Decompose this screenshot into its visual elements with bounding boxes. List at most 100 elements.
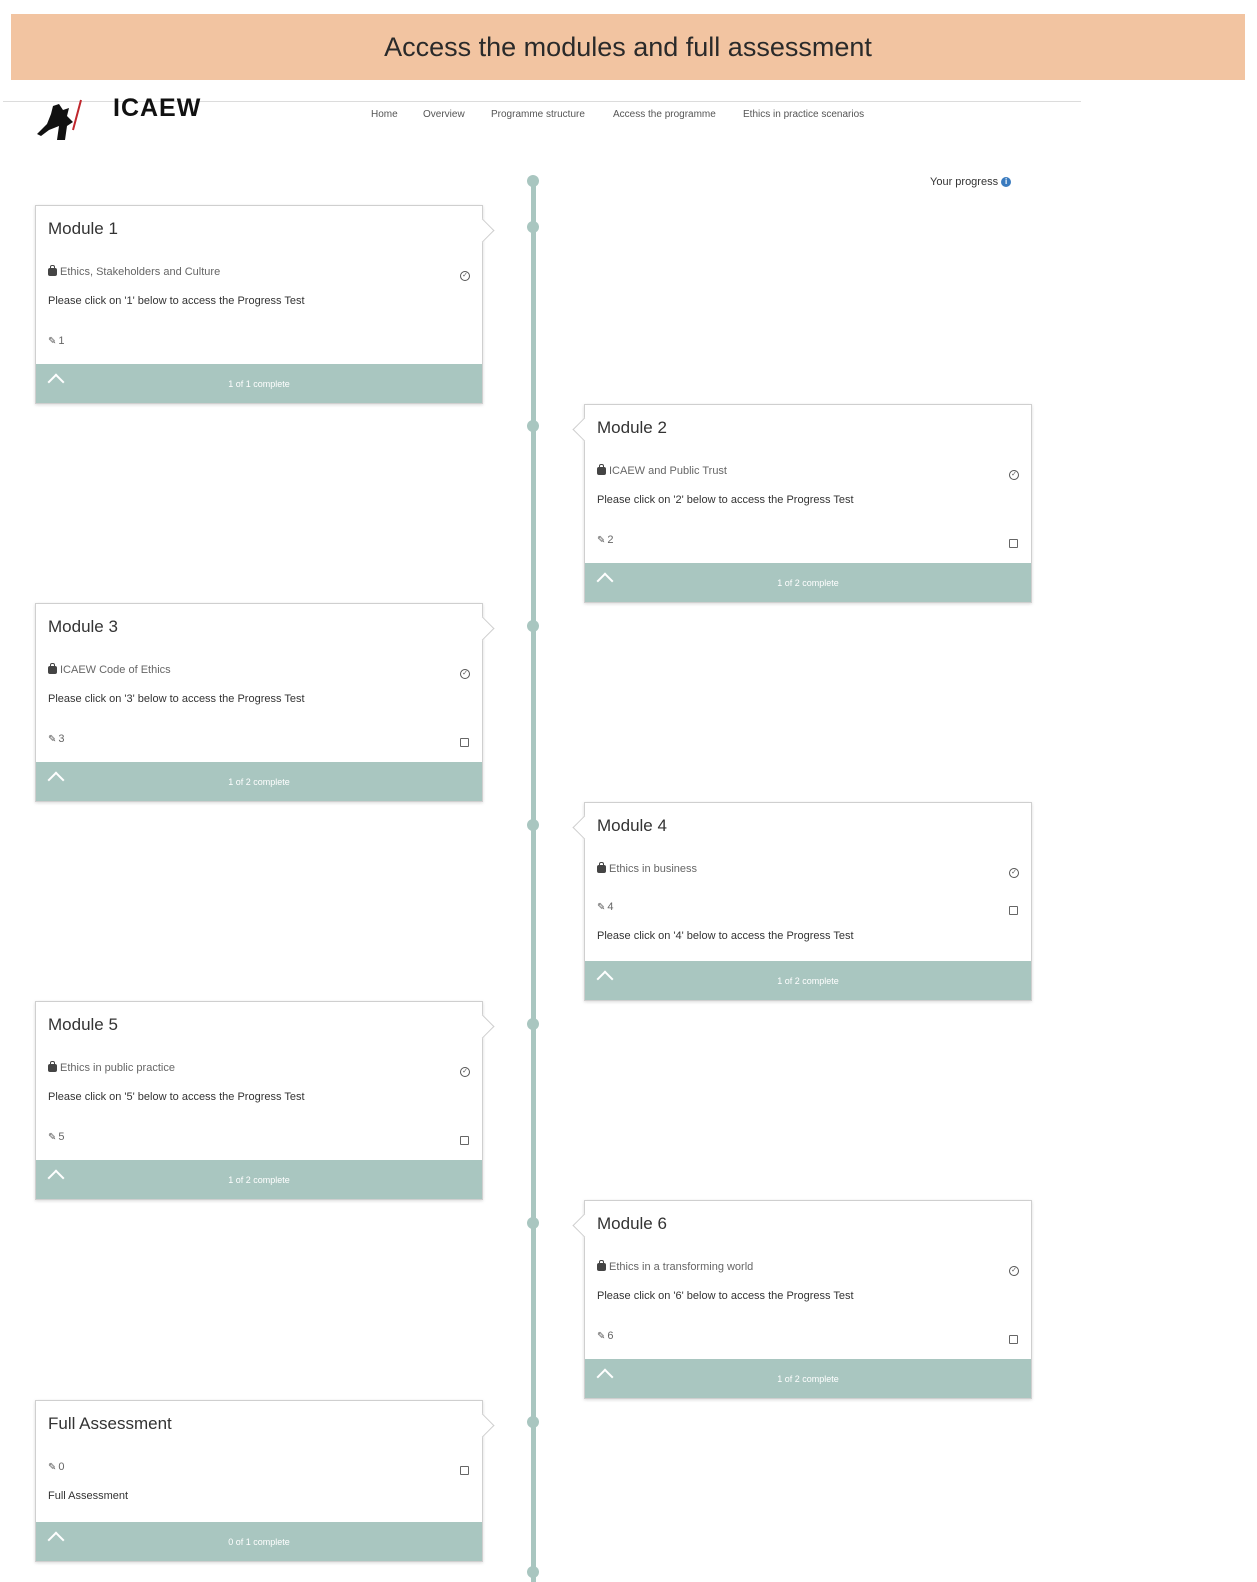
module-title: Module 5	[48, 1015, 118, 1034]
module-subtitle-text: ICAEW and Public Trust	[609, 465, 727, 477]
checkbox-icon[interactable]	[1009, 539, 1018, 548]
icaew-logo[interactable]: ICAEW	[33, 94, 213, 146]
quiz-icon: ✎	[48, 1132, 57, 1143]
card-pointer	[572, 1213, 597, 1238]
module-card: Module 6 Ethics in a transforming world …	[572, 1200, 1032, 1399]
chevron-up-icon[interactable]	[47, 1169, 65, 1187]
briefcase-icon	[48, 1061, 57, 1072]
nav-access-programme[interactable]: Access the programme	[613, 109, 716, 120]
completion-status: 0 of 1 complete	[228, 1536, 290, 1547]
module-subtitle[interactable]: Ethics in public practice	[48, 1061, 175, 1074]
progress-test-link[interactable]: ✎ 1	[48, 335, 65, 347]
quiz-icon: ✎	[597, 902, 606, 913]
module-card: Module 2 ICAEW and Public Trust ✓ Please…	[572, 404, 1032, 603]
chevron-up-icon[interactable]	[47, 771, 65, 789]
check-circle-icon: ✓	[1009, 868, 1019, 878]
timeline-dot	[527, 420, 539, 432]
assessment-link[interactable]: ✎ 0	[48, 1461, 65, 1473]
module-subtitle-text: ICAEW Code of Ethics	[60, 664, 171, 676]
progress-test-number: 6	[607, 1330, 614, 1342]
timeline-dot	[527, 1416, 539, 1428]
card-pointer	[470, 1413, 495, 1438]
timeline-line	[531, 180, 536, 1582]
module-subtitle[interactable]: Ethics in a transforming world	[597, 1260, 754, 1273]
chevron-up-icon[interactable]	[596, 970, 614, 988]
full-assessment-card: Full Assessment ✎ 0 Full Assessment 0 of …	[35, 1400, 495, 1562]
progress-test-link[interactable]: ✎ 5	[48, 1131, 65, 1143]
card-footer: 1 of 2 complete	[585, 1359, 1031, 1398]
progress-label-text: Your progress	[930, 176, 999, 188]
progress-test-number: 4	[607, 901, 614, 913]
card-pointer	[470, 616, 495, 641]
check-circle-icon: ✓	[460, 669, 470, 679]
briefcase-icon	[597, 1260, 606, 1271]
logo-text: ICAEW	[113, 94, 202, 122]
module-card: Module 5 Ethics in public practice ✓ Ple…	[35, 1001, 495, 1200]
module-subtitle-text: Ethics in a transforming world	[609, 1261, 754, 1273]
briefcase-icon	[597, 862, 606, 873]
your-progress: Your progress i	[930, 176, 1012, 188]
timeline-dot	[527, 620, 539, 632]
chevron-up-icon[interactable]	[47, 1531, 65, 1549]
check-circle-icon: ✓	[1009, 1266, 1019, 1276]
info-icon[interactable]: i	[1001, 177, 1012, 188]
module-title: Module 3	[48, 617, 118, 636]
check-circle-icon: ✓	[460, 271, 470, 281]
chevron-up-icon[interactable]	[596, 572, 614, 590]
card-footer: 1 of 2 complete	[36, 762, 482, 801]
card-pointer	[572, 417, 597, 442]
card-footer: 0 of 1 complete	[36, 1522, 482, 1561]
chevron-up-icon[interactable]	[47, 373, 65, 391]
card-footer: 1 of 2 complete	[585, 563, 1031, 602]
module-instruction: Please click on '6' below to access the …	[597, 1290, 854, 1302]
nav-programme-structure[interactable]: Programme structure	[491, 109, 585, 120]
module-subtitle[interactable]: Ethics in business	[597, 862, 697, 875]
full-assessment-title: Full Assessment	[48, 1414, 172, 1433]
briefcase-icon	[597, 464, 606, 475]
card-footer: 1 of 2 complete	[585, 961, 1031, 1000]
module-card: Module 1 Ethics, Stakeholders and Cultur…	[35, 205, 495, 404]
timeline-dot	[527, 819, 539, 831]
briefcase-icon	[48, 265, 57, 276]
card-pointer	[470, 1014, 495, 1039]
logo-figure-icon	[37, 99, 82, 140]
page-banner: Access the modules and full assessment	[11, 14, 1245, 80]
nav-home[interactable]: Home	[371, 109, 398, 120]
timeline-dot	[527, 1566, 539, 1578]
progress-test-link[interactable]: ✎ 2	[597, 534, 614, 546]
module-subtitle[interactable]: ICAEW Code of Ethics	[48, 663, 171, 676]
nav-overview[interactable]: Overview	[423, 109, 465, 120]
progress-test-number: 2	[607, 534, 614, 546]
module-card: Module 3 ICAEW Code of Ethics ✓ Please c…	[35, 603, 495, 802]
module-instruction: Please click on '1' below to access the …	[48, 295, 305, 307]
module-title: Module 2	[597, 418, 667, 437]
quiz-icon: ✎	[597, 1331, 606, 1342]
checkbox-icon[interactable]	[460, 1466, 469, 1475]
module-subtitle[interactable]: ICAEW and Public Trust	[597, 464, 727, 477]
quiz-icon: ✎	[48, 336, 57, 347]
progress-test-link[interactable]: ✎ 6	[597, 1330, 614, 1342]
timeline-dot	[527, 221, 539, 233]
card-footer: 1 of 2 complete	[36, 1160, 482, 1199]
chevron-up-icon[interactable]	[596, 1368, 614, 1386]
completion-status: 1 of 2 complete	[777, 1373, 839, 1384]
checkbox-icon[interactable]	[460, 738, 469, 747]
module-instruction: Please click on '3' below to access the …	[48, 693, 305, 705]
module-instruction: Please click on '5' below to access the …	[48, 1091, 305, 1103]
completion-status: 1 of 2 complete	[228, 776, 290, 787]
module-subtitle-text: Ethics, Stakeholders and Culture	[60, 266, 221, 278]
card-footer: 1 of 1 complete	[36, 364, 482, 403]
banner-title: Access the modules and full assessment	[384, 31, 872, 62]
checkbox-icon[interactable]	[1009, 1335, 1018, 1344]
nav-ethics-scenarios[interactable]: Ethics in practice scenarios	[743, 109, 864, 120]
quiz-icon: ✎	[597, 535, 606, 546]
assessment-label: Full Assessment	[48, 1490, 129, 1502]
progress-test-link[interactable]: ✎ 3	[48, 733, 65, 745]
checkbox-icon[interactable]	[460, 1136, 469, 1145]
module-subtitle[interactable]: Ethics, Stakeholders and Culture	[48, 265, 221, 278]
quiz-icon: ✎	[48, 1462, 57, 1473]
module-title: Module 1	[48, 219, 118, 238]
progress-test-link[interactable]: ✎ 4	[597, 901, 614, 913]
checkbox-icon[interactable]	[1009, 906, 1018, 915]
progress-test-number: 1	[58, 335, 65, 347]
